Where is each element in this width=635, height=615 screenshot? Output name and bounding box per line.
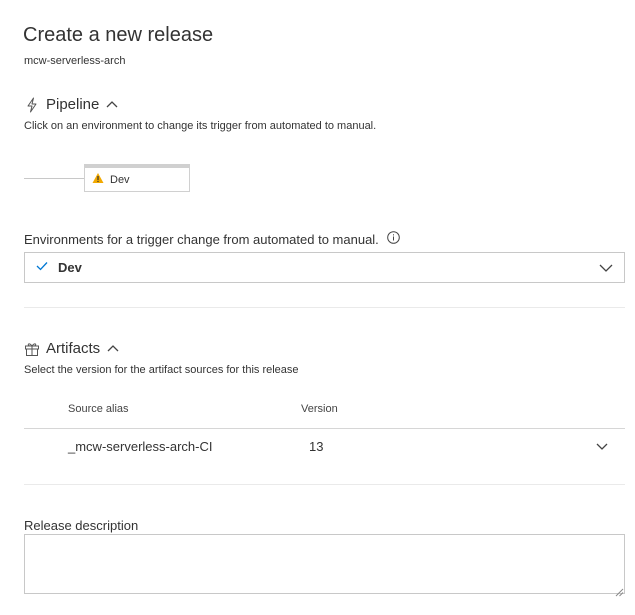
release-description-label: Release description bbox=[24, 518, 139, 533]
pipeline-section-header[interactable]: Pipeline bbox=[24, 96, 119, 113]
artifact-version-value[interactable]: 13 bbox=[309, 439, 323, 454]
info-icon[interactable] bbox=[386, 231, 400, 247]
pipeline-name: mcw-serverless-arch bbox=[24, 55, 126, 67]
warning-icon bbox=[92, 172, 104, 187]
section-divider bbox=[24, 307, 625, 308]
artifact-source-alias: _mcw-serverless-arch-CI bbox=[68, 439, 213, 454]
lightning-icon bbox=[24, 97, 40, 113]
artifacts-section-header[interactable]: Artifacts bbox=[24, 340, 120, 357]
chevron-up-icon[interactable] bbox=[106, 342, 120, 356]
environments-label: Environments for a trigger change from a… bbox=[24, 231, 400, 247]
environment-card-label: Dev bbox=[110, 173, 130, 186]
column-header-source-alias: Source alias bbox=[68, 403, 129, 415]
release-description-input[interactable] bbox=[24, 534, 625, 594]
check-icon bbox=[36, 259, 48, 277]
resize-handle-icon[interactable] bbox=[615, 584, 624, 602]
page-title: Create a new release bbox=[23, 24, 214, 46]
artifacts-heading: Artifacts bbox=[46, 340, 101, 357]
gift-icon bbox=[24, 341, 40, 357]
pipeline-hint: Click on an environment to change its tr… bbox=[24, 120, 377, 132]
chevron-up-icon[interactable] bbox=[105, 98, 119, 112]
selected-environment: Dev bbox=[58, 260, 82, 275]
chevron-down-icon[interactable] bbox=[595, 440, 609, 458]
pipeline-heading: Pipeline bbox=[46, 96, 100, 113]
section-divider bbox=[24, 484, 625, 485]
environment-card-dev[interactable]: Dev bbox=[84, 164, 190, 192]
pipeline-connector-line bbox=[24, 178, 86, 179]
artifacts-hint: Select the version for the artifact sour… bbox=[24, 364, 299, 376]
environments-label-text: Environments for a trigger change from a… bbox=[24, 231, 379, 247]
chevron-down-icon[interactable] bbox=[598, 261, 614, 280]
column-header-version: Version bbox=[301, 403, 338, 415]
environments-dropdown[interactable]: Dev bbox=[24, 252, 625, 283]
table-header-divider bbox=[24, 428, 625, 429]
